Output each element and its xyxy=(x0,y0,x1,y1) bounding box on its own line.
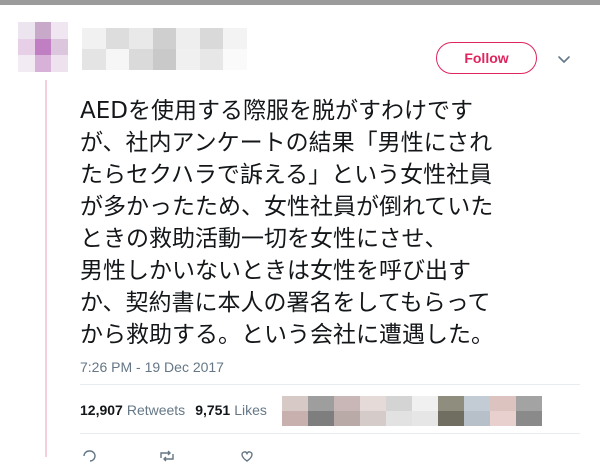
heart-icon[interactable] xyxy=(240,448,254,462)
retweets-label: Retweets xyxy=(126,402,186,418)
tweet-stats: 12,907 Retweets 9,751 Likes xyxy=(80,402,277,418)
tweet-text-line: が、社内アンケートの結果「男性にされ xyxy=(80,130,493,156)
thread-line xyxy=(45,80,47,457)
retweets-count: 12,907 xyxy=(80,402,123,418)
chevron-down-icon[interactable] xyxy=(555,50,573,68)
tweet-text-line: AEDを使用する際服を脱がすわけです xyxy=(80,98,473,124)
divider xyxy=(80,433,580,434)
likes-count: 9,751 xyxy=(195,402,231,418)
tweet-text-line: が多かったため、女性社員が倒れていた xyxy=(80,194,494,220)
tweet-text-line: 男性しかいないときは女性を呼び出す xyxy=(80,258,471,284)
top-border xyxy=(0,0,600,5)
tweet-text-line: か、契約書に本人の署名をしてもらって xyxy=(80,290,491,316)
liker-avatars-blurred[interactable] xyxy=(282,396,542,426)
tweet-actions xyxy=(80,448,580,462)
follow-button[interactable]: Follow xyxy=(436,42,537,74)
tweet-timestamp[interactable]: 7:26 PM - 19 Dec 2017 xyxy=(80,359,224,375)
tweet-text-line: ときの救助活動一切を女性にさせ、 xyxy=(80,226,448,252)
retweets-stat[interactable]: 12,907 Retweets xyxy=(80,402,185,418)
user-name-blurred[interactable] xyxy=(82,28,247,70)
reply-icon[interactable] xyxy=(82,448,96,462)
likes-stat[interactable]: 9,751 Likes xyxy=(195,402,267,418)
divider xyxy=(80,384,580,385)
user-avatar[interactable] xyxy=(18,22,68,72)
tweet-text-line: たらセクハラで訴える」という女性社員 xyxy=(80,162,493,188)
tweet-text: AEDを使用する際服を脱がすわけです が、社内アンケートの結果「男性にされ たら… xyxy=(80,95,580,351)
likes-label: Likes xyxy=(234,402,267,418)
retweet-icon[interactable] xyxy=(160,448,174,462)
tweet-text-line: から救助する。という会社に遭遇した。 xyxy=(80,322,494,348)
